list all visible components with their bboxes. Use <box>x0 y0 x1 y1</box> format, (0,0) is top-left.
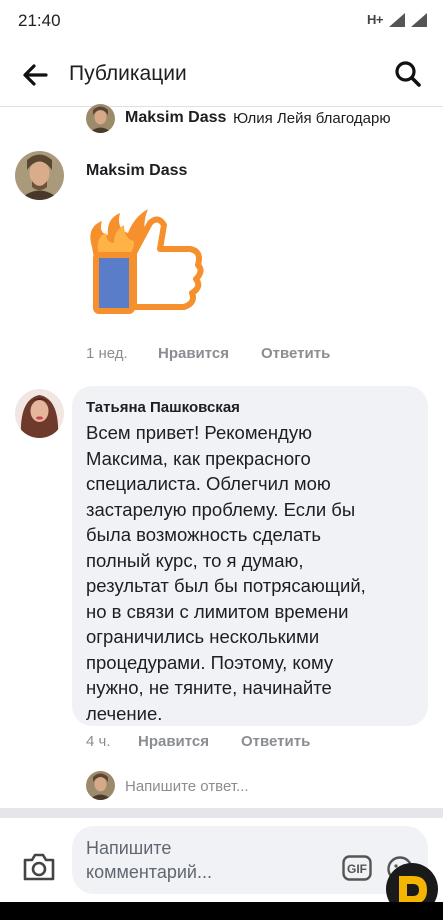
camera-icon <box>23 853 55 881</box>
system-nav-bar <box>0 902 443 920</box>
reply-button[interactable]: Ответить <box>261 345 330 362</box>
like-button[interactable]: Нравится <box>138 733 209 750</box>
thumbs-up-fire-icon <box>90 209 204 314</box>
avatar[interactable] <box>15 389 64 438</box>
reply-preview[interactable]: Maksim Dass Юлия Лейя благодарю <box>86 104 426 134</box>
status-icons: H+ <box>367 12 427 27</box>
comment-time: 4 ч. <box>86 733 111 750</box>
search-button[interactable] <box>393 59 423 89</box>
reply-preview-author[interactable]: Maksim Dass <box>125 109 226 127</box>
avatar-photo-icon <box>86 771 115 800</box>
status-bar: 21:40 H+ <box>0 0 443 44</box>
reply-button[interactable]: Ответить <box>241 733 310 750</box>
avatar-photo-icon <box>15 151 64 200</box>
comment-input[interactable]: Напишите комментарий... <box>86 836 212 884</box>
search-icon <box>395 61 421 87</box>
app-header: Публикации <box>0 44 443 107</box>
network-type-label: H+ <box>367 12 383 27</box>
svg-text:GIF: GIF <box>347 862 367 876</box>
avatar-photo-icon <box>86 104 115 133</box>
comment-sticker: Maksim Dass 1 нед. Нравится Ответить <box>0 145 443 375</box>
comment-time: 1 нед. <box>86 345 128 362</box>
reply-preview-text: Юлия Лейя благодарю <box>233 110 391 127</box>
status-time: 21:40 <box>18 11 61 30</box>
page-title: Публикации <box>69 62 187 85</box>
signal-icon <box>389 12 405 27</box>
avatar <box>86 771 115 800</box>
back-arrow-icon <box>23 64 48 86</box>
comment-author[interactable]: Татьяна Пашковская <box>86 399 240 416</box>
avatar-photo-icon <box>15 389 64 438</box>
battery-icon <box>411 12 427 27</box>
section-divider <box>0 808 443 818</box>
comment-text: Всем привет! Рекомендую Максима, как пре… <box>86 422 366 724</box>
reply-input[interactable]: Напишите ответ... <box>125 778 249 795</box>
avatar <box>86 104 115 133</box>
comment-composer[interactable]: Напишите комментарий... GIF <box>72 826 428 894</box>
gif-button[interactable]: GIF <box>342 855 372 881</box>
like-button[interactable]: Нравится <box>158 345 229 362</box>
thumbs-up-sticker <box>84 207 206 319</box>
gif-icon: GIF <box>342 855 372 881</box>
comment-author[interactable]: Maksim Dass <box>86 162 187 180</box>
comment-bubble[interactable]: Татьяна Пашковская Всем привет! Рекоменд… <box>72 386 428 726</box>
camera-button[interactable] <box>22 852 56 882</box>
avatar[interactable] <box>15 151 64 200</box>
reply-input-row[interactable]: Напишите ответ... <box>86 771 426 801</box>
back-button[interactable] <box>20 60 50 90</box>
